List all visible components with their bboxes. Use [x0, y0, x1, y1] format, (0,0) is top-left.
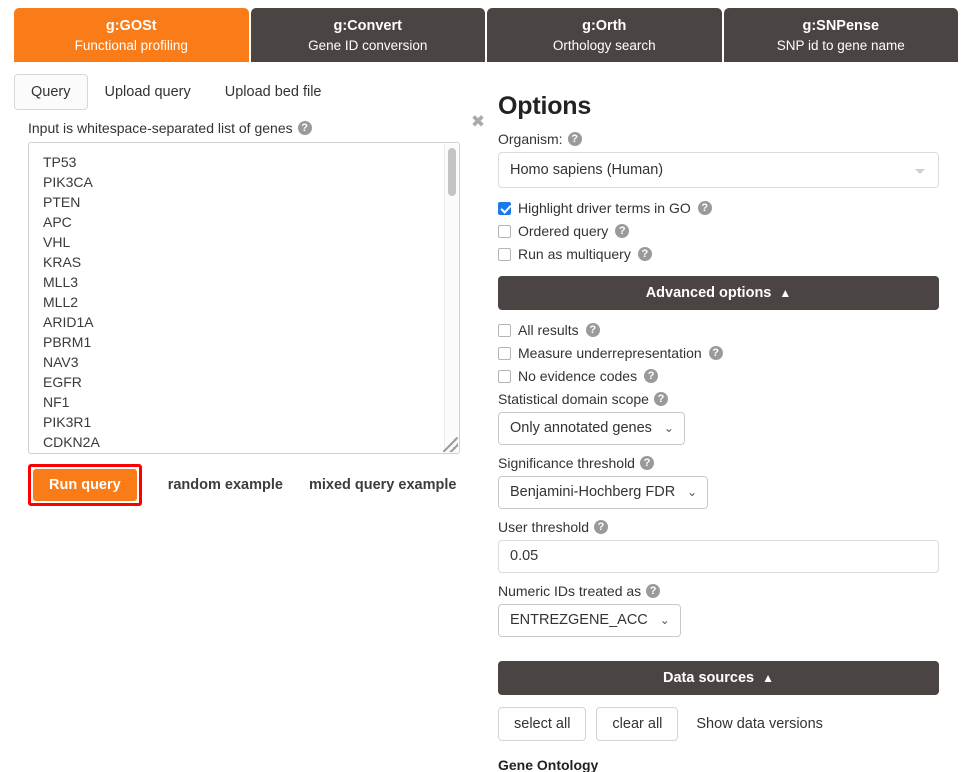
data-sources-actions: select all clear all Show data versions [498, 707, 940, 741]
textarea-scrollbar[interactable] [444, 144, 458, 454]
data-sources-bar[interactable]: Data sources ▲ [498, 661, 939, 695]
domain-scope-help-icon[interactable]: ? [654, 392, 668, 406]
user-threshold-label: User threshold [498, 519, 589, 535]
domain-scope-select[interactable]: Only annotated genes ⌄ [498, 412, 685, 445]
subtab-query[interactable]: Query [14, 74, 88, 110]
significance-value: Benjamini-Hochberg FDR [510, 484, 675, 500]
run-as-multiquery-help-icon[interactable]: ? [638, 247, 652, 261]
tool-tab-orth[interactable]: g:Orth Orthology search [487, 8, 722, 62]
organism-label-row: Organism: ? [498, 131, 940, 147]
chevron-down-icon [915, 169, 925, 174]
tool-tab-convert[interactable]: g:Convert Gene ID conversion [251, 8, 486, 62]
run-as-multiquery-checkbox[interactable] [498, 248, 511, 261]
tool-tab-gost-title: g:GOSt [14, 17, 249, 37]
select-all-button[interactable]: select all [498, 707, 586, 741]
no-evidence-codes-help-icon[interactable]: ? [644, 369, 658, 383]
significance-label: Significance threshold [498, 455, 635, 471]
measure-underrepresentation-checkbox[interactable] [498, 347, 511, 360]
options-panel: Options Organism: ? Homo sapiens (Human)… [498, 92, 940, 772]
organism-value: Homo sapiens (Human) [510, 162, 663, 178]
domain-scope-label: Statistical domain scope [498, 391, 649, 407]
highlight-driver-terms-label: Highlight driver terms in GO [518, 200, 691, 216]
advanced-options-bar[interactable]: Advanced options ▲ [498, 276, 939, 310]
significance-label-row: Significance threshold ? [498, 455, 940, 471]
tool-tab-convert-subtitle: Gene ID conversion [251, 37, 486, 55]
checkbox-highlight-driver-terms[interactable]: Highlight driver terms in GO ? [498, 200, 940, 216]
tool-tabs: g:GOSt Functional profiling g:Convert Ge… [0, 0, 968, 62]
numeric-ids-value: ENTREZGENE_ACC [510, 612, 648, 628]
checkbox-run-as-multiquery[interactable]: Run as multiquery ? [498, 246, 940, 262]
input-hint: Input is whitespace-separated list of ge… [28, 120, 474, 136]
domain-scope-label-row: Statistical domain scope ? [498, 391, 940, 407]
chevron-down-icon: ⌄ [660, 605, 670, 636]
no-evidence-codes-label: No evidence codes [518, 368, 637, 384]
scrollbar-thumb[interactable] [448, 148, 456, 196]
show-data-versions-link[interactable]: Show data versions [696, 716, 823, 732]
tool-tab-snpense[interactable]: g:SNPense SNP id to gene name [724, 8, 959, 62]
domain-scope-value: Only annotated genes [510, 420, 652, 436]
significance-threshold-select[interactable]: Benjamini-Hochberg FDR ⌄ [498, 476, 708, 509]
tool-tab-orth-subtitle: Orthology search [487, 37, 722, 55]
run-as-multiquery-label: Run as multiquery [518, 246, 631, 262]
organism-select[interactable]: Homo sapiens (Human) [498, 152, 939, 188]
numeric-ids-help-icon[interactable]: ? [646, 584, 660, 598]
ordered-query-label: Ordered query [518, 223, 608, 239]
subtab-upload-query[interactable]: Upload query [88, 74, 208, 110]
chevron-up-icon: ▲ [779, 286, 791, 300]
numeric-ids-label-row: Numeric IDs treated as ? [498, 583, 940, 599]
numeric-ids-label: Numeric IDs treated as [498, 583, 641, 599]
close-icon[interactable]: ✖ [470, 114, 486, 130]
ordered-query-checkbox[interactable] [498, 225, 511, 238]
data-sources-label: Data sources [663, 670, 754, 686]
query-actions: Run query random example mixed query exa… [28, 464, 474, 506]
checkbox-ordered-query[interactable]: Ordered query ? [498, 223, 940, 239]
run-query-highlight: Run query [28, 464, 142, 506]
tool-tab-snpense-subtitle: SNP id to gene name [724, 37, 959, 55]
app-root: g:GOSt Functional profiling g:Convert Ge… [0, 0, 968, 772]
chevron-down-icon: ⌄ [664, 413, 674, 444]
numeric-ids-select[interactable]: ENTREZGENE_ACC ⌄ [498, 604, 681, 637]
user-threshold-input[interactable]: 0.05 [498, 540, 939, 573]
random-example-link[interactable]: random example [168, 477, 283, 493]
user-threshold-label-row: User threshold ? [498, 519, 940, 535]
run-query-button[interactable]: Run query [33, 469, 137, 501]
all-results-label: All results [518, 322, 579, 338]
organism-label: Organism: [498, 131, 563, 147]
clear-all-button[interactable]: clear all [596, 707, 678, 741]
checkbox-no-evidence-codes[interactable]: No evidence codes ? [498, 368, 940, 384]
textarea-resize-grip[interactable] [443, 437, 458, 452]
options-title: Options [498, 92, 940, 121]
tool-tab-gost[interactable]: g:GOSt Functional profiling [14, 8, 249, 62]
tool-tab-gost-subtitle: Functional profiling [14, 37, 249, 55]
all-results-help-icon[interactable]: ? [586, 323, 600, 337]
mixed-query-example-link[interactable]: mixed query example [309, 477, 457, 493]
checkbox-measure-underrepresentation[interactable]: Measure underrepresentation ? [498, 345, 940, 361]
chevron-up-icon: ▲ [762, 671, 774, 685]
tool-tab-convert-title: g:Convert [251, 17, 486, 37]
highlight-driver-terms-help-icon[interactable]: ? [698, 201, 712, 215]
highlight-driver-terms-checkbox[interactable] [498, 202, 511, 215]
subtab-upload-bed-file[interactable]: Upload bed file [208, 74, 339, 110]
query-panel: Query Upload query Upload bed file Input… [14, 72, 474, 506]
chevron-down-icon: ⌄ [687, 477, 697, 508]
measure-underrepresentation-label: Measure underrepresentation [518, 345, 702, 361]
gene-ontology-heading: Gene Ontology [498, 757, 940, 772]
tool-tab-snpense-title: g:SNPense [724, 17, 959, 37]
checkbox-all-results[interactable]: All results ? [498, 322, 940, 338]
help-icon[interactable]: ? [298, 121, 312, 135]
user-threshold-help-icon[interactable]: ? [594, 520, 608, 534]
ordered-query-help-icon[interactable]: ? [615, 224, 629, 238]
significance-help-icon[interactable]: ? [640, 456, 654, 470]
organism-help-icon[interactable]: ? [568, 132, 582, 146]
tool-tab-orth-title: g:Orth [487, 17, 722, 37]
gene-list-content: TP53 PIK3CA PTEN APC VHL KRAS MLL3 MLL2 … [29, 143, 459, 454]
gene-list-textarea[interactable]: TP53 PIK3CA PTEN APC VHL KRAS MLL3 MLL2 … [28, 142, 460, 454]
all-results-checkbox[interactable] [498, 324, 511, 337]
advanced-options-label: Advanced options [646, 285, 772, 301]
input-hint-label: Input is whitespace-separated list of ge… [28, 120, 293, 136]
query-subtabs: Query Upload query Upload bed file [14, 72, 474, 112]
no-evidence-codes-checkbox[interactable] [498, 370, 511, 383]
measure-underrepresentation-help-icon[interactable]: ? [709, 346, 723, 360]
